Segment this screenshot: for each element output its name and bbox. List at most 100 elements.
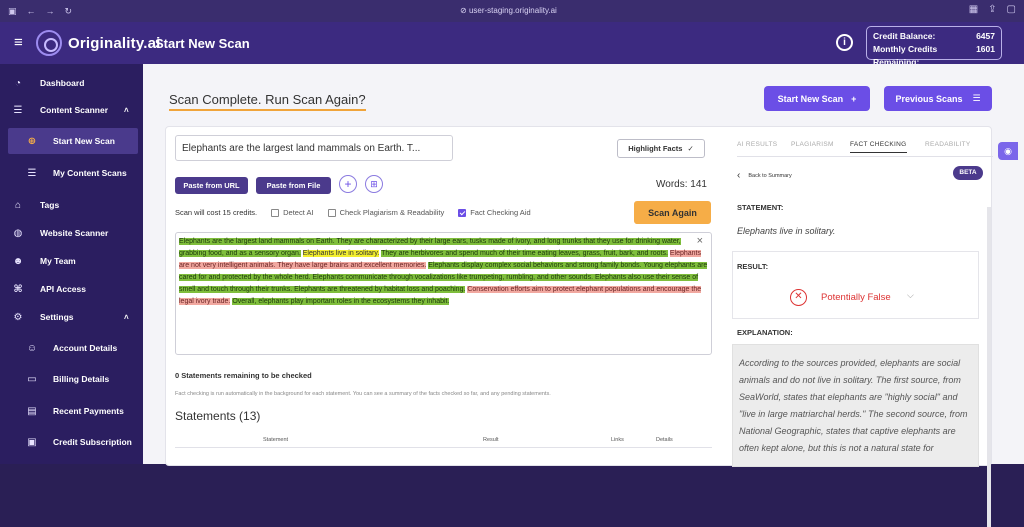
reload-icon[interactable]: ↻ (65, 6, 73, 17)
result-label: RESULT: (737, 262, 769, 271)
receipt-icon: ▤ (27, 405, 37, 417)
sidebar-item-label: Tags (40, 200, 60, 210)
logo[interactable]: Originality.ai (36, 30, 161, 56)
sidebar-item-label: Start New Scan (53, 136, 115, 146)
back-to-summary-link[interactable]: ‹ Back to Summary (737, 170, 792, 181)
url-bar[interactable]: ⊘ user-staging.originality.ai (460, 6, 557, 15)
chevron-down-icon[interactable]: ⌵ (907, 290, 914, 301)
tab-fact-checking[interactable]: FACT CHECKING (850, 141, 907, 153)
sidebar-item-billing-details[interactable]: ▭ Billing Details (0, 366, 143, 392)
content-textarea[interactable]: Elephants are the largest land mammals o… (175, 232, 712, 355)
text-segment[interactable]: They are herbivores and spend much of th… (381, 250, 668, 257)
text-segment[interactable]: Overall, elephants play important roles … (232, 298, 450, 305)
link-label: Back to Summary (748, 172, 792, 179)
chat-widget-icon[interactable]: ◉ (998, 142, 1018, 160)
sidebar-item-start-new-scan[interactable]: ⊕ Start New Scan (8, 128, 138, 154)
app-header: ≡ Originality.ai Start New Scan i Credit… (0, 22, 1024, 67)
results-tabs: AI RESULTS PLAGIARISM FACT CHECKING READ… (737, 141, 987, 157)
sidebar-item-my-team[interactable]: ☻ My Team (0, 248, 143, 274)
sidebar-item-dashboard[interactable]: ◔ Dashboard (0, 70, 143, 96)
credit-box: Credit Balance: 6457 Monthly Credits Rema… (866, 26, 1002, 67)
sidebar-toggle-icon[interactable]: ▣ (8, 6, 17, 17)
checkbox-box (271, 208, 280, 217)
sidebar-item-tags[interactable]: ⌂ Tags (0, 192, 143, 218)
sidebar: ◔ Dashboard ☰ Content Scanner ˄ ⊕ Start New … (0, 64, 143, 464)
card-icon: ▭ (27, 373, 37, 385)
tabs-divider (737, 156, 993, 157)
start-new-scan-button[interactable]: Start New Scan + (764, 86, 870, 111)
api-icon: ⌘ (13, 283, 23, 295)
scan-card: Elephants are the largest land mammals o… (165, 126, 993, 527)
title-input[interactable]: Elephants are the largest land mammals o… (175, 135, 453, 161)
sidebar-item-label: Dashboard (40, 78, 85, 88)
false-x-icon: ✕ (790, 289, 807, 306)
tab-plagiarism[interactable]: PLAGIARISM (791, 141, 834, 148)
sidebar-item-label: Credit Subscription (53, 437, 132, 447)
plus-icon: + (851, 93, 857, 104)
chevron-up-icon: ˄ (124, 105, 129, 115)
url-text: user-staging.originality.ai (468, 6, 557, 15)
back-icon[interactable]: ← (27, 6, 36, 17)
word-count: Words: 141 (656, 179, 707, 190)
sidebar-item-label: Recent Payments (53, 406, 124, 416)
main-area: Scan Complete. Run Scan Again? Start New… (143, 64, 1024, 527)
credit-balance-value: 6457 (976, 31, 995, 41)
sidebar-item-label: Website Scanner (40, 228, 109, 238)
scan-again-button[interactable]: Scan Again (634, 201, 711, 224)
sidebar-item-my-content-scans[interactable]: ☰ My Content Scans (0, 160, 143, 186)
result-value[interactable]: Potentially False (821, 292, 891, 303)
share-icon[interactable]: ⇪ (988, 4, 996, 15)
chevron-left-icon: ‹ (737, 170, 741, 181)
tab-ai-results[interactable]: AI RESULTS (737, 141, 777, 148)
upload-icon[interactable]: ⊞ (365, 175, 383, 193)
col-result: Result (483, 437, 499, 443)
sidebar-item-label: My Team (40, 256, 76, 266)
checkbox-label: Detect AI (283, 208, 314, 217)
sidebar-item-label: Billing Details (53, 374, 110, 384)
panel-scrollbar[interactable] (987, 207, 991, 527)
sidebar-item-account-details[interactable]: ☺ Account Details (0, 335, 143, 361)
sidebar-item-settings[interactable]: ⚙ Settings ˄ (0, 304, 143, 330)
tabs-icon[interactable]: ▢ (1007, 4, 1016, 15)
previous-scans-button[interactable]: Previous Scans ☰ (884, 86, 992, 111)
gear-icon: ⚙ (13, 311, 23, 323)
extension-icon[interactable]: ▦ (969, 4, 978, 15)
tab-readability[interactable]: READABILITY (925, 141, 971, 148)
sidebar-item-credit-subscription[interactable]: ▣ Credit Subscription (0, 429, 143, 455)
check-icon: ✓ (687, 144, 694, 153)
col-links: Links (611, 437, 624, 443)
sidebar-item-recent-payments[interactable]: ▤ Recent Payments (0, 398, 143, 424)
checkbox-box (458, 208, 467, 217)
browser-controls: ▣ ← → ↻ (8, 6, 72, 17)
paste-file-button[interactable]: Paste from File (256, 177, 331, 194)
info-icon[interactable]: i (836, 34, 853, 51)
menu-icon[interactable]: ≡ (14, 34, 23, 51)
fact-checking-checkbox[interactable]: Fact Checking Aid (458, 208, 531, 217)
browser-bar: ▣ ← → ↻ ⊘ user-staging.originality.ai ▦ … (0, 0, 1024, 22)
sidebar-item-label: API Access (40, 284, 86, 294)
paste-url-button[interactable]: Paste from URL (175, 177, 248, 194)
forward-icon[interactable]: → (46, 6, 55, 17)
sidebar-item-label: Content Scanner (40, 105, 109, 115)
sidebar-item-label: My Content Scans (53, 168, 127, 178)
user-icon: ☺ (26, 342, 38, 354)
subscription-icon: ▣ (27, 436, 37, 448)
add-circle-icon[interactable]: + (339, 175, 357, 193)
highlight-facts-button[interactable]: Highlight Facts ✓ (617, 139, 705, 158)
scan-heading: Scan Complete. Run Scan Again? (169, 92, 366, 111)
sidebar-item-api-access[interactable]: ⌘ API Access (0, 276, 143, 302)
browser-right-icons: ▦ ⇪ ▢ (969, 4, 1016, 15)
globe-icon: ◍ (13, 227, 23, 239)
statement-text: Elephants live in solitary. (737, 226, 836, 236)
sidebar-item-content-scanner[interactable]: ☰ Content Scanner ˄ (0, 97, 143, 123)
statements-title: Statements (13) (175, 409, 261, 423)
statements-remaining: 0 Statements remaining to be checked (175, 371, 312, 380)
text-segment[interactable]: Elephants live in solitary. (302, 250, 380, 257)
explanation-label: EXPLANATION: (737, 328, 793, 337)
detect-ai-checkbox[interactable]: Detect AI (271, 208, 314, 217)
sidebar-item-website-scanner[interactable]: ◍ Website Scanner (0, 220, 143, 246)
plagiarism-checkbox[interactable]: Check Plagiarism & Readability (327, 208, 444, 217)
team-icon: ☻ (12, 255, 24, 267)
close-icon[interactable]: × (697, 235, 703, 247)
sidebar-item-label: Settings (40, 312, 74, 322)
